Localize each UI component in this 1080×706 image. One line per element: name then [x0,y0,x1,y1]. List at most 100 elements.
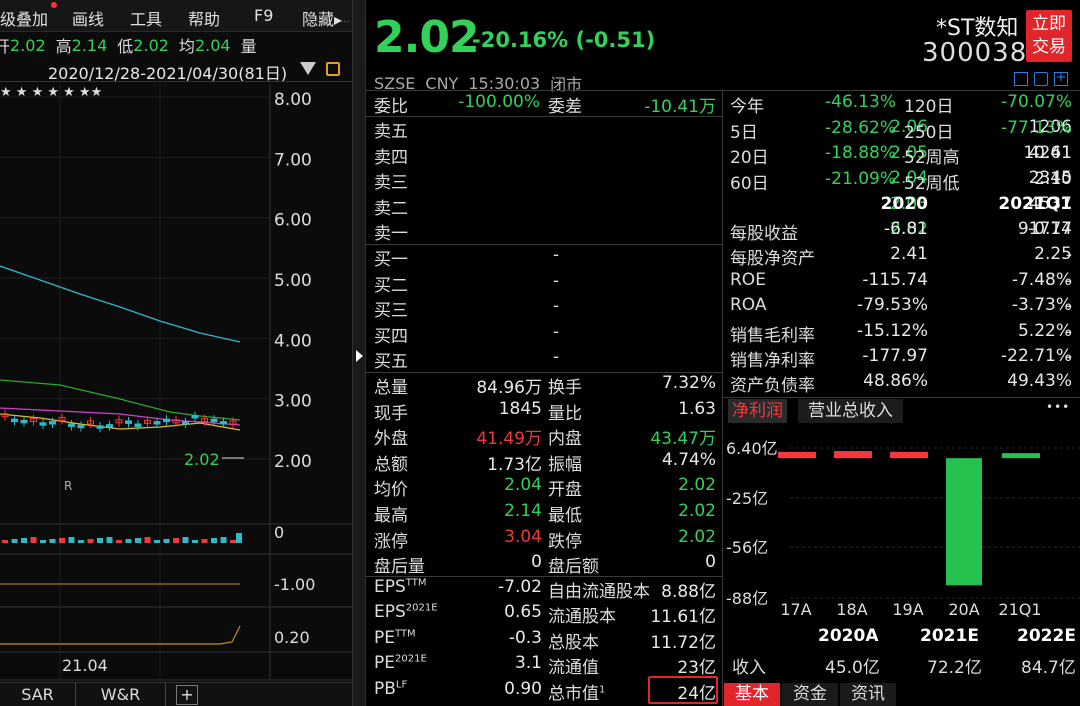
bar [1002,453,1040,459]
stat-label: 总额 [374,454,408,475]
profit-bar-chart: 6.40亿 -25亿 -56亿 -88亿 17A 18A 19A 20A 21Q1 [726,439,1080,619]
tab-news[interactable]: 资讯 [840,683,896,706]
menu-item-tools[interactable]: 工具 [130,6,162,30]
fin-value: -6.81 [884,219,928,239]
bid-price[interactable]: - [553,296,559,316]
stat-value: 0 [531,552,542,573]
x-tick-label: 18A [836,600,867,619]
stat-label: 换手 [548,378,582,398]
valuation-label-text: EPS [374,602,406,623]
collapse-handle[interactable] [352,0,366,706]
valuation-value: 23亿 [677,658,716,679]
tab-net-profit[interactable]: 净利润 [728,399,787,423]
valuation-label: 流通值 [548,653,599,678]
volume-bar [125,539,132,543]
menu-item-overlay[interactable]: 级叠加 [0,6,48,30]
valuation-value: -7.02 [498,577,542,597]
notification-dot [51,2,57,8]
lock-icon[interactable] [326,62,340,76]
bid-price[interactable]: - [553,271,559,291]
tab-revenue[interactable]: 营业总收入 [798,399,903,423]
tab-basic[interactable]: 基本 [724,683,780,706]
perf-label: 250日 [904,122,954,143]
perf-value: -77.13% [1001,117,1072,138]
ma60-line [0,265,241,343]
volume-bar [163,539,170,543]
volume-bar [68,537,75,543]
highlight-box [648,676,718,704]
forecast-year: 2020A [818,626,879,646]
volume-bar [59,538,65,543]
fin-label: 每股收益 [730,224,798,244]
perf-value: -21.09% [825,168,896,189]
more-options-icon[interactable]: ••• [1046,400,1070,414]
share-icon[interactable] [1034,72,1048,86]
valuation-label: EPSTTM [374,577,426,597]
weicha-value: -10.41万 [644,97,716,117]
candle-body [68,423,75,427]
high-label: 高 [55,37,72,56]
more-icon[interactable]: ... [340,14,350,25]
candle-body [153,421,161,425]
trade-button-line1: 立即 [1032,14,1066,34]
valuation-label: PETTM [374,628,416,648]
fin-year: 2020 [880,194,928,214]
fin-value: 2.41 [890,244,928,265]
open-value: 2.02 [10,35,46,55]
trade-now-button[interactable]: 立即 交易 [1026,10,1072,62]
fin-label: ROA [730,295,767,316]
kline-panel: 级叠加 画线 工具 帮助 F9 隐藏▸ ... 开 2.02 高 2.14 低 … [0,0,352,706]
dropdown-arrow-icon[interactable] [300,62,316,75]
valuation-value: -0.3 [508,627,542,648]
add-icon[interactable]: + [1054,71,1068,86]
tab-capital[interactable]: 资金 [782,683,838,706]
y-tick-label: 5.00 [274,271,312,291]
expand-arrow-icon[interactable] [356,350,363,362]
bid-price[interactable]: - [553,322,559,342]
stat-value: 1845 [498,398,542,419]
candle-body [191,415,199,419]
fin-value: -7.48% [1011,269,1072,290]
valuation-label-text: 流通值 [548,658,599,679]
x-tick-label: 21Q1 [998,600,1041,619]
tab-sar[interactable]: SAR [0,683,76,706]
menu-item-draw[interactable]: 画线 [72,6,104,30]
stat-label: 最高 [374,506,408,526]
valuation-label: PE2021E [374,653,427,673]
add-tab-button[interactable]: + [176,685,198,705]
perf-value: 2.10 [1034,168,1072,189]
bar [890,451,928,459]
forecast-label: 收入 [732,658,766,678]
kline-chart[interactable]: ★ ★ ★ ★ ★ ★★ 2.02 R 8.00 7.00 6.00 5.00 4.00… [0,84,352,706]
volume-bar [11,539,18,543]
avg-label: 均 [178,37,195,56]
volume-bar [30,537,37,543]
menu-item-hide[interactable]: 隐藏▸ [302,6,342,30]
open-label: 开 [0,37,11,56]
valuation-value: 0.65 [504,602,542,623]
edit-icon[interactable] [1014,72,1028,86]
perf-label: 52周高 [904,148,960,169]
fin-value: 2.25 [1034,244,1072,265]
y-tick-label: 6.00 [274,211,312,231]
x-tick-label: 19A [892,600,923,619]
volume-bar [106,537,113,543]
fin-label: ROE [730,269,766,290]
bid-price[interactable]: - [553,245,559,265]
volume-bar [78,540,84,543]
bar [946,458,982,586]
avg-value: 2.04 [194,35,231,55]
volume-bar [40,540,46,543]
y-tick-label: 8.00 [274,90,312,110]
weibi-value: -100.00% [458,92,540,112]
tab-wr[interactable]: W&R [76,683,166,706]
stat-value: 43.47万 [650,429,716,450]
menu-item-f9[interactable]: F9 [254,6,273,25]
valuation-label-text: PE [374,653,395,674]
fin-value: -79.53% [857,295,928,316]
menu-item-help[interactable]: 帮助 [188,6,220,30]
stat-value: 2.02 [678,526,716,547]
fin-value: 5.22% [1017,320,1072,341]
volume-bars [2,533,242,543]
bid-price[interactable]: - [553,347,559,367]
